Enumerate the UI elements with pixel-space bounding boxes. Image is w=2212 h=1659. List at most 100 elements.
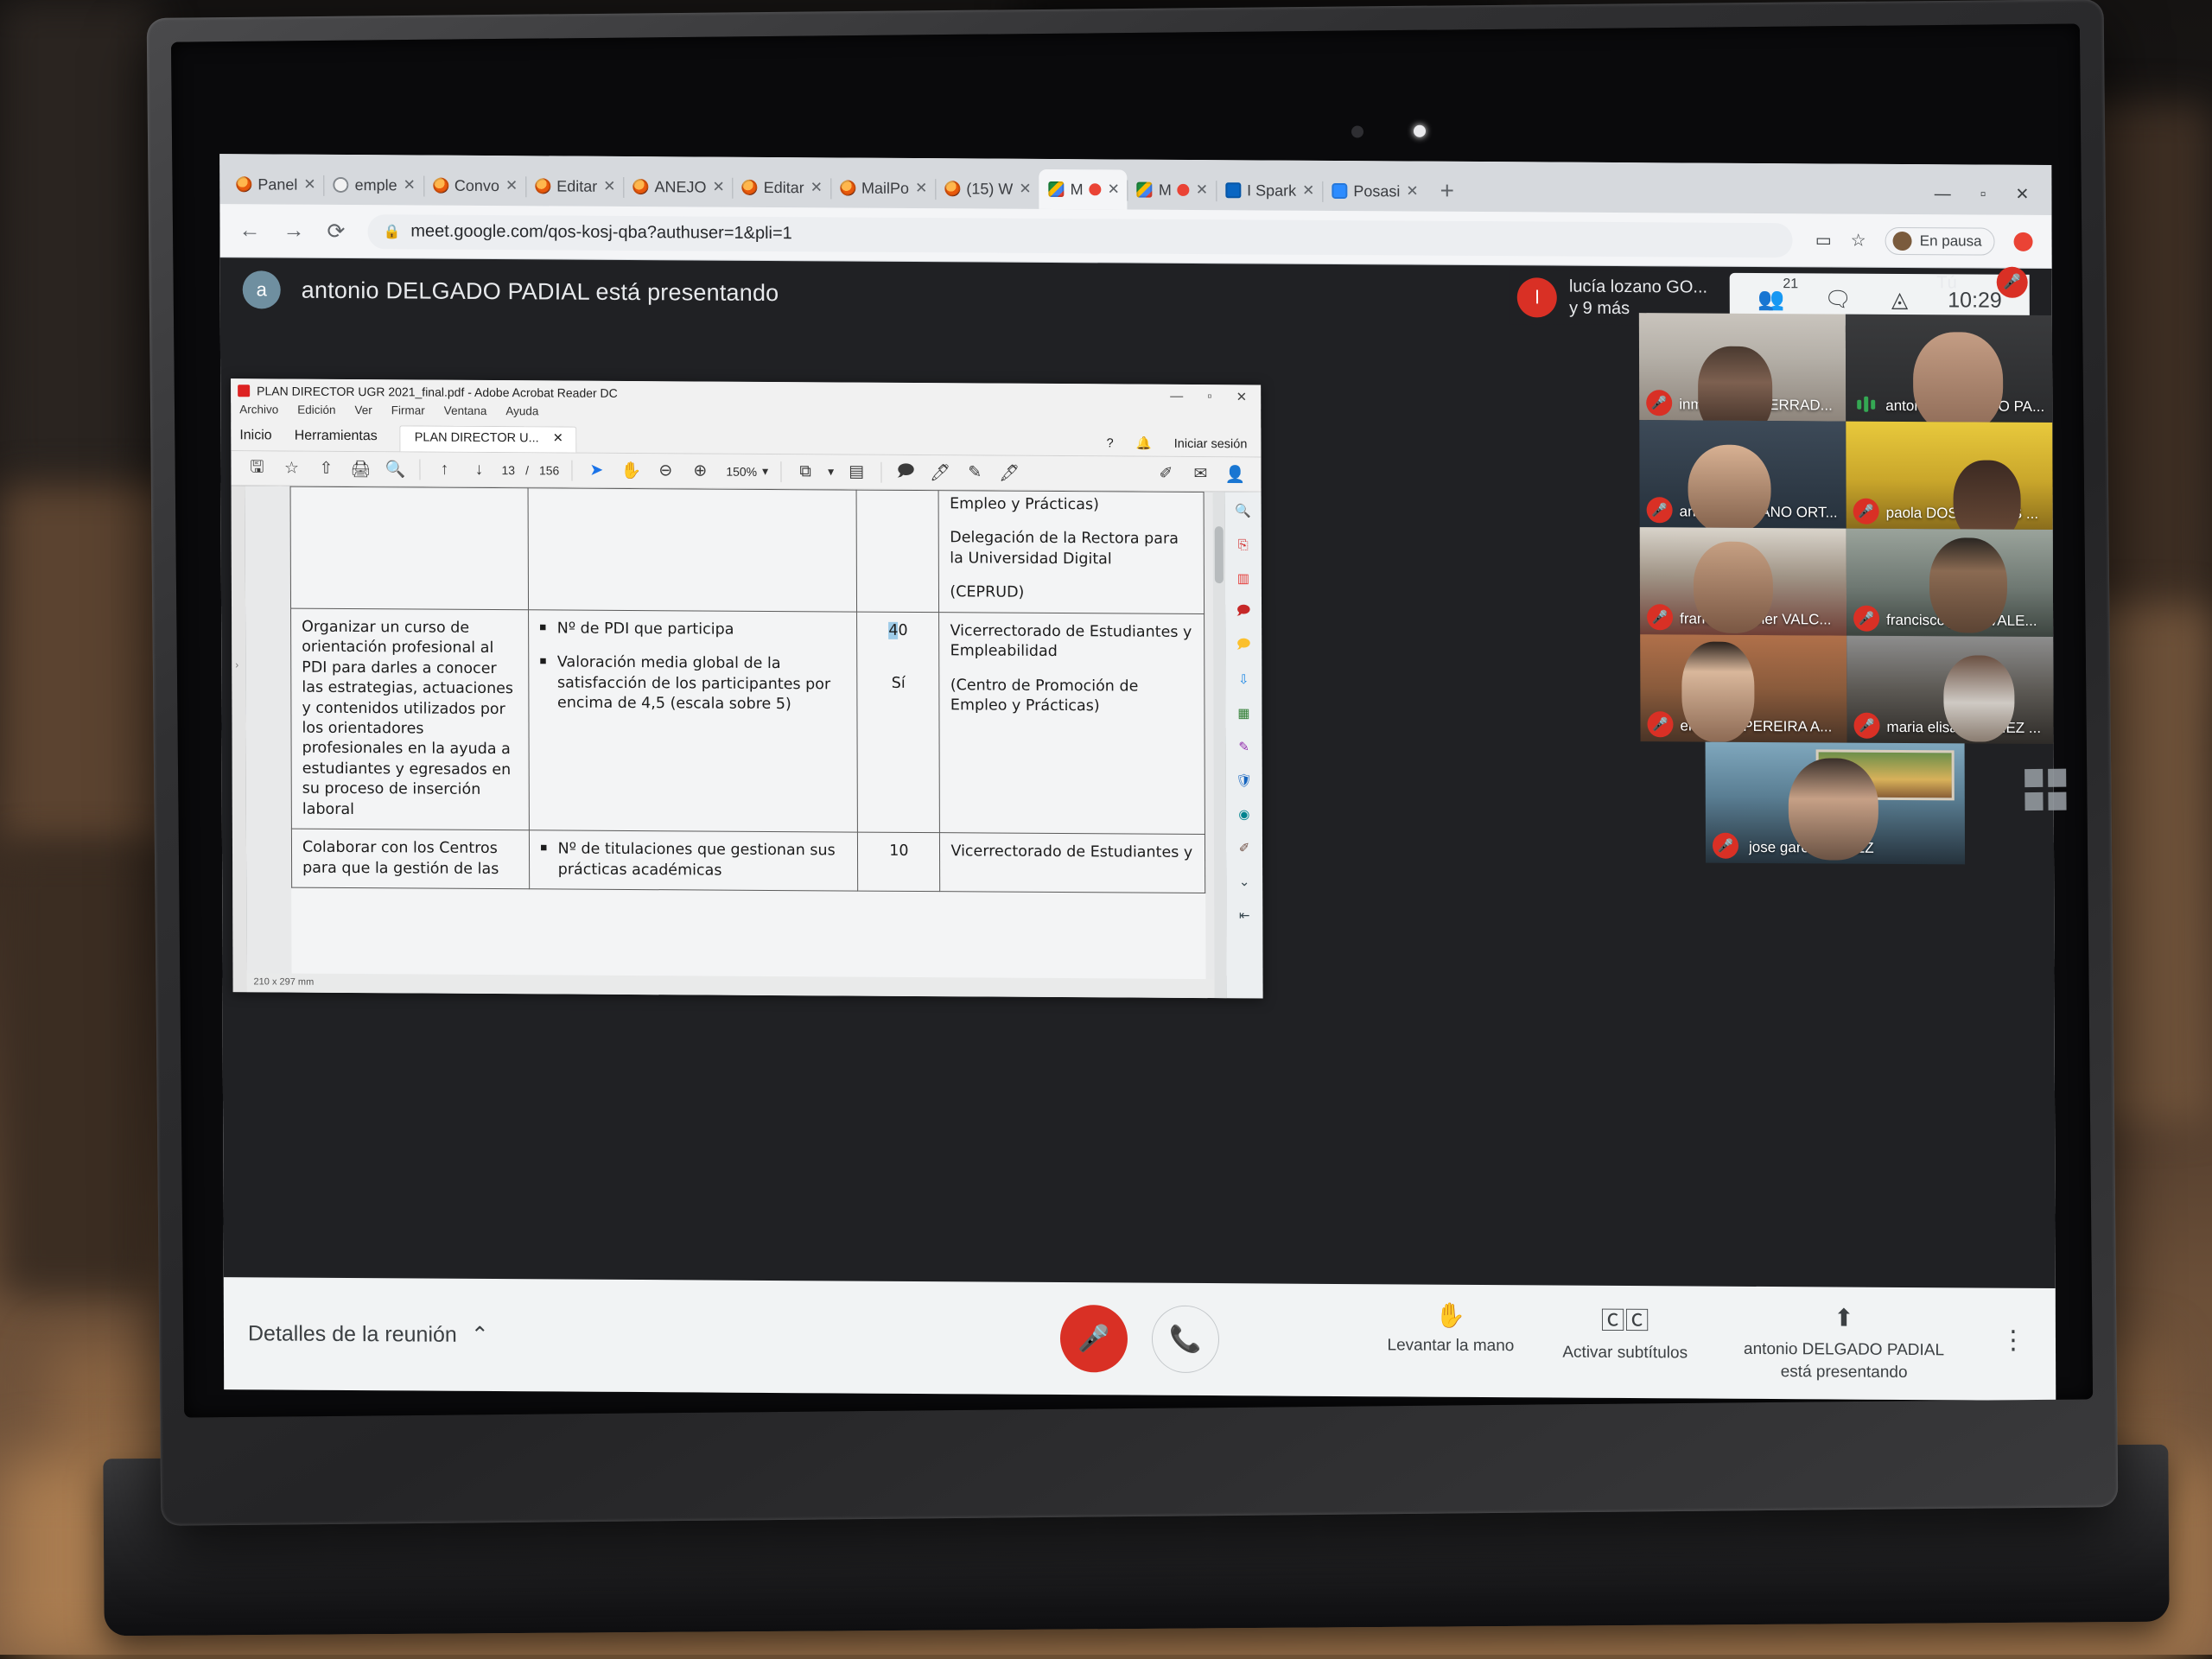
scrollbar-thumb[interactable]	[1215, 526, 1224, 583]
mic-off-button[interactable]: 🎤	[1060, 1305, 1128, 1372]
mic-off-icon[interactable]: 🎤	[1997, 267, 2028, 298]
menu-ver[interactable]: Ver	[354, 404, 372, 423]
stamp-tool-icon[interactable]: ◉	[1234, 804, 1255, 824]
zoom-out-icon[interactable]: ⊖	[648, 461, 683, 480]
bookmark-star-icon[interactable]: ☆	[274, 458, 308, 478]
pdf-page-canvas[interactable]: Empleo y Prácticas) Delegación de la Rec…	[245, 486, 1227, 998]
camera-off-button[interactable]: 🎥	[1060, 1400, 1128, 1401]
people-icon[interactable]: 👥21	[1758, 286, 1784, 311]
export-pdf-icon[interactable]: ⎘	[1233, 534, 1254, 555]
close-icon[interactable]: ✕	[603, 178, 615, 195]
organize-pages-icon[interactable]: ▥	[1233, 568, 1254, 588]
browser-tab[interactable]: Convo✕	[423, 166, 525, 207]
edit-icon[interactable]: ✐	[1234, 837, 1255, 858]
browser-tab[interactable]: Posasi✕	[1322, 171, 1426, 212]
close-icon[interactable]: ✕	[810, 179, 823, 196]
search-panel-icon[interactable]: 🔍	[1233, 500, 1254, 521]
menu-edicion[interactable]: Edición	[297, 404, 335, 423]
signature-icon[interactable]: ✎	[957, 462, 992, 482]
browser-tab[interactable]: I Spark✕	[1216, 170, 1322, 211]
highlight-icon[interactable]: 🖊	[923, 462, 957, 483]
extension-icon[interactable]	[2014, 232, 2033, 251]
participant-tile[interactable]: 🎤 paola DOS SANTOS ...	[1846, 422, 2052, 530]
participant-tile[interactable]: 🎤 francisco javier VALE...	[1847, 529, 2053, 637]
present-now-button[interactable]: ⬆ antonio DELGADO PADIAL está presentand…	[1736, 1303, 1952, 1384]
close-icon[interactable]: ✕	[915, 180, 927, 197]
browser-tab-active[interactable]: M✕	[1039, 169, 1127, 210]
help-icon[interactable]: ?	[1107, 436, 1114, 450]
browser-tab[interactable]: Editar✕	[733, 168, 830, 208]
edit-pdf-icon[interactable]: ✐	[1148, 464, 1183, 484]
participant-tile[interactable]: 🎤 antonio LOZANO ORT...	[1639, 420, 1846, 528]
close-icon[interactable]: ✕	[1406, 182, 1418, 200]
participant-tile[interactable]: 🎤 inmaculada HERRAD...	[1639, 313, 1846, 421]
kebab-menu-icon[interactable]: ⋮	[2000, 1305, 2026, 1356]
save-icon[interactable]: 🖫	[239, 454, 274, 482]
zoom-in-icon[interactable]: ⊕	[683, 461, 717, 480]
acrobat-minimize-button[interactable]: —	[1170, 389, 1183, 404]
reload-icon[interactable]: ⟳	[327, 218, 345, 244]
participant-tile[interactable]: antonio DELGADO PA...	[1846, 315, 2052, 423]
page-current[interactable]: 13	[496, 463, 520, 477]
meeting-details-button[interactable]: Detalles de la reunión ⌃	[224, 1320, 489, 1348]
forward-icon[interactable]: →	[283, 219, 304, 244]
download-item[interactable]: Meet - qos-kosj ...html⌃	[224, 1389, 499, 1401]
fill-sign-icon[interactable]: 🗩	[1233, 635, 1254, 656]
tab-document[interactable]: PLAN DIRECTOR U... ✕	[400, 425, 576, 452]
acrobat-close-button[interactable]: ✕	[1236, 389, 1248, 404]
address-bar[interactable]: 🔒 meet.google.com/qos-kosj-qba?authuser=…	[367, 214, 1793, 257]
chevron-right-icon[interactable]: ›	[235, 658, 238, 671]
menu-archivo[interactable]: Archivo	[239, 403, 278, 422]
end-call-button[interactable]: 📞	[1152, 1306, 1219, 1373]
window-minimize-button[interactable]: —	[1935, 185, 1951, 204]
collapse-panel-icon[interactable]: ⇤	[1234, 905, 1255, 925]
email-icon[interactable]: ✉	[1183, 464, 1217, 484]
close-icon[interactable]: ✕	[1019, 181, 1031, 198]
stamp-icon[interactable]: 🖋	[992, 462, 1027, 483]
compress-icon[interactable]: ⇩	[1233, 669, 1254, 690]
participant-tile[interactable]: 🎤 elisabeth PEREIRA A...	[1640, 634, 1847, 742]
close-icon[interactable]: ✕	[712, 179, 724, 196]
browser-tab[interactable]: ANEJO✕	[623, 167, 732, 207]
participant-tile[interactable]: 🎤 maria elisa JIMENEZ ...	[1847, 636, 2053, 744]
window-maximize-button[interactable]: ▫	[1980, 185, 1986, 204]
chevron-down-icon[interactable]: ▾	[823, 464, 839, 479]
close-icon[interactable]: ✕	[1196, 181, 1208, 199]
zoom-level[interactable]: 150%	[717, 464, 757, 478]
participant-tile[interactable]: 🎤 francisco javier VALC...	[1640, 527, 1847, 635]
browser-tab[interactable]: M✕	[1128, 170, 1216, 211]
cast-icon[interactable]: ▭	[1815, 229, 1832, 251]
close-icon[interactable]: ✕	[303, 176, 315, 194]
print-icon[interactable]: 🖨	[343, 458, 378, 479]
menu-ayuda[interactable]: Ayuda	[505, 404, 538, 423]
protect-icon[interactable]: 🛡	[1234, 770, 1255, 791]
sign-in-button[interactable]: Iniciar sesión	[1174, 436, 1248, 451]
close-icon[interactable]: ✕	[1302, 182, 1314, 200]
acrobat-maximize-button[interactable]: ▫	[1207, 389, 1211, 404]
tab-herramientas[interactable]: Herramientas	[295, 425, 400, 452]
close-icon[interactable]: ✕	[1108, 181, 1120, 198]
select-cursor-icon[interactable]: ➤	[579, 461, 613, 480]
share-person-icon[interactable]: 👤	[1217, 464, 1252, 485]
window-close-button[interactable]: ✕	[2015, 185, 2029, 205]
fit-page-icon[interactable]: ⧉	[788, 462, 823, 481]
activities-icon[interactable]: ◬	[1891, 287, 1908, 313]
browser-tab[interactable]: (15) W✕	[935, 168, 1039, 209]
pdf-scrollbar[interactable]	[1213, 492, 1227, 998]
redact-icon[interactable]: ✎	[1234, 736, 1255, 757]
combine-files-icon[interactable]: ▦	[1233, 702, 1254, 723]
comment-panel-icon[interactable]: 🗩	[1233, 601, 1254, 622]
hand-tool-icon[interactable]: ✋	[613, 460, 648, 480]
participant-tile[interactable]: 🎤 jose garcía PEREZ	[1706, 742, 1965, 865]
browser-tab[interactable]: Editar✕	[525, 166, 623, 207]
chat-icon[interactable]: 🗨	[1824, 287, 1852, 312]
profile-pause-pill[interactable]: En pausa	[1885, 226, 1995, 255]
browser-tab[interactable]: Panel✕	[226, 164, 323, 205]
download-item[interactable]: Bio-all PTS.jpg⌃	[782, 1393, 1004, 1401]
browser-tab[interactable]: emple✕	[324, 165, 423, 206]
tab-inicio[interactable]: Inicio	[239, 424, 294, 450]
back-icon[interactable]: ←	[238, 218, 260, 243]
menu-firmar[interactable]: Firmar	[391, 404, 425, 423]
chevron-down-icon[interactable]: ▾	[757, 464, 773, 479]
close-icon[interactable]: ✕	[553, 431, 563, 445]
